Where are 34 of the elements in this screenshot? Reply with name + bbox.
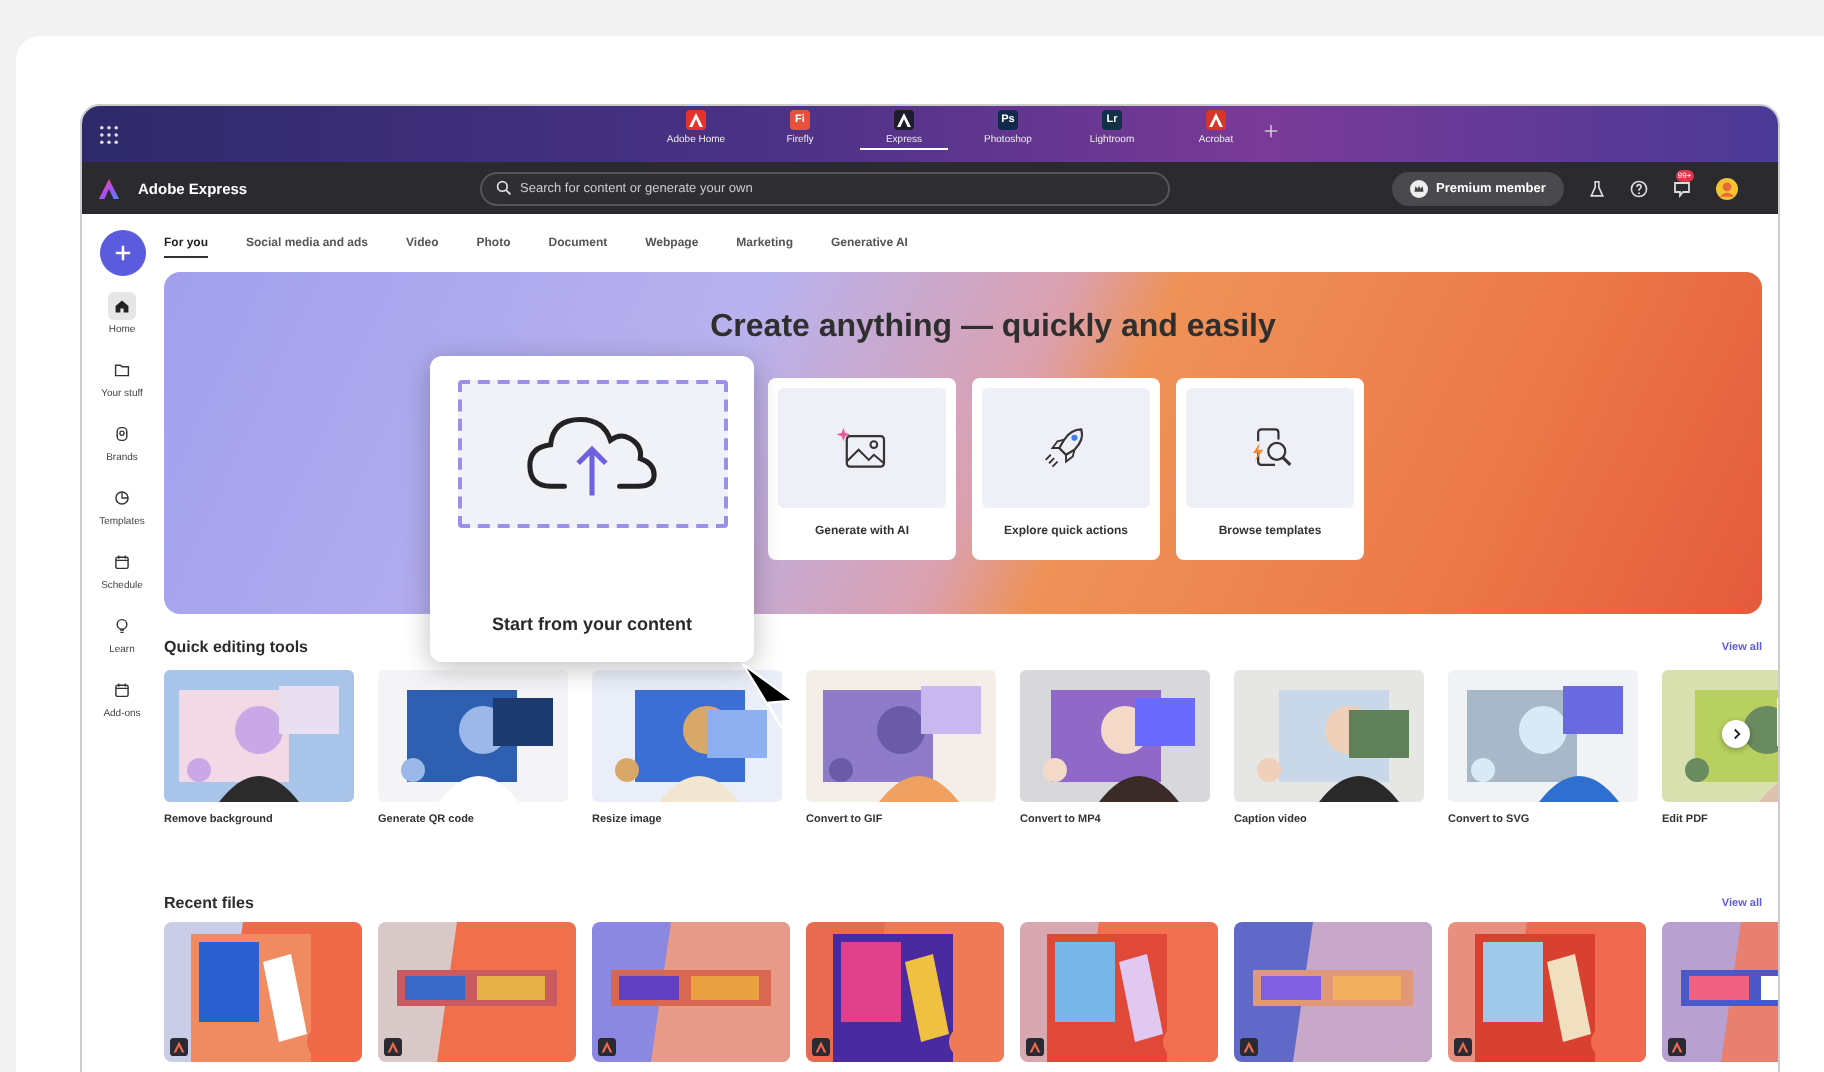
- app-logo-icon: [894, 110, 914, 130]
- folder-icon: [113, 362, 130, 378]
- home-icon: [114, 298, 130, 314]
- section-title: Quick editing tools: [164, 638, 309, 656]
- app-logo-icon: [170, 1038, 188, 1056]
- section-title: Recent files: [164, 894, 254, 912]
- drop-zone[interactable]: [457, 380, 727, 528]
- flask-icon[interactable]: [1587, 179, 1606, 197]
- app-logo-icon: [384, 1038, 402, 1056]
- app-logo-icon: [1026, 1038, 1044, 1056]
- crown-icon: [1410, 179, 1428, 197]
- plus-icon: [113, 244, 131, 262]
- app-logo-icon: [598, 1038, 616, 1056]
- create-button[interactable]: [99, 230, 145, 276]
- upload-card[interactable]: Start from your content: [430, 356, 754, 662]
- chevron-right-icon: [1731, 728, 1741, 740]
- calendar-icon: [113, 554, 130, 570]
- notification-icon[interactable]: [1671, 178, 1692, 198]
- avatar[interactable]: [1715, 177, 1738, 199]
- app-logo-icon: [686, 110, 706, 130]
- app-logo-icon: [812, 1038, 830, 1056]
- app-logo-icon: [1668, 1038, 1686, 1056]
- lightbulb-icon: [114, 618, 130, 634]
- app-logo-icon: [1454, 1038, 1472, 1056]
- app-logo-icon: [1240, 1038, 1258, 1056]
- cursor-icon: [740, 662, 796, 730]
- calendar-icon: [114, 682, 130, 698]
- hero-title: Create anything — quickly and easily: [708, 310, 1278, 346]
- add-icon[interactable]: [1264, 123, 1278, 137]
- image-sparkle-icon: [836, 426, 888, 470]
- logo-icon: [98, 177, 120, 199]
- apps-grid-icon[interactable]: [100, 125, 118, 143]
- help-icon[interactable]: [1629, 179, 1648, 197]
- app-logo-icon: [1206, 110, 1226, 130]
